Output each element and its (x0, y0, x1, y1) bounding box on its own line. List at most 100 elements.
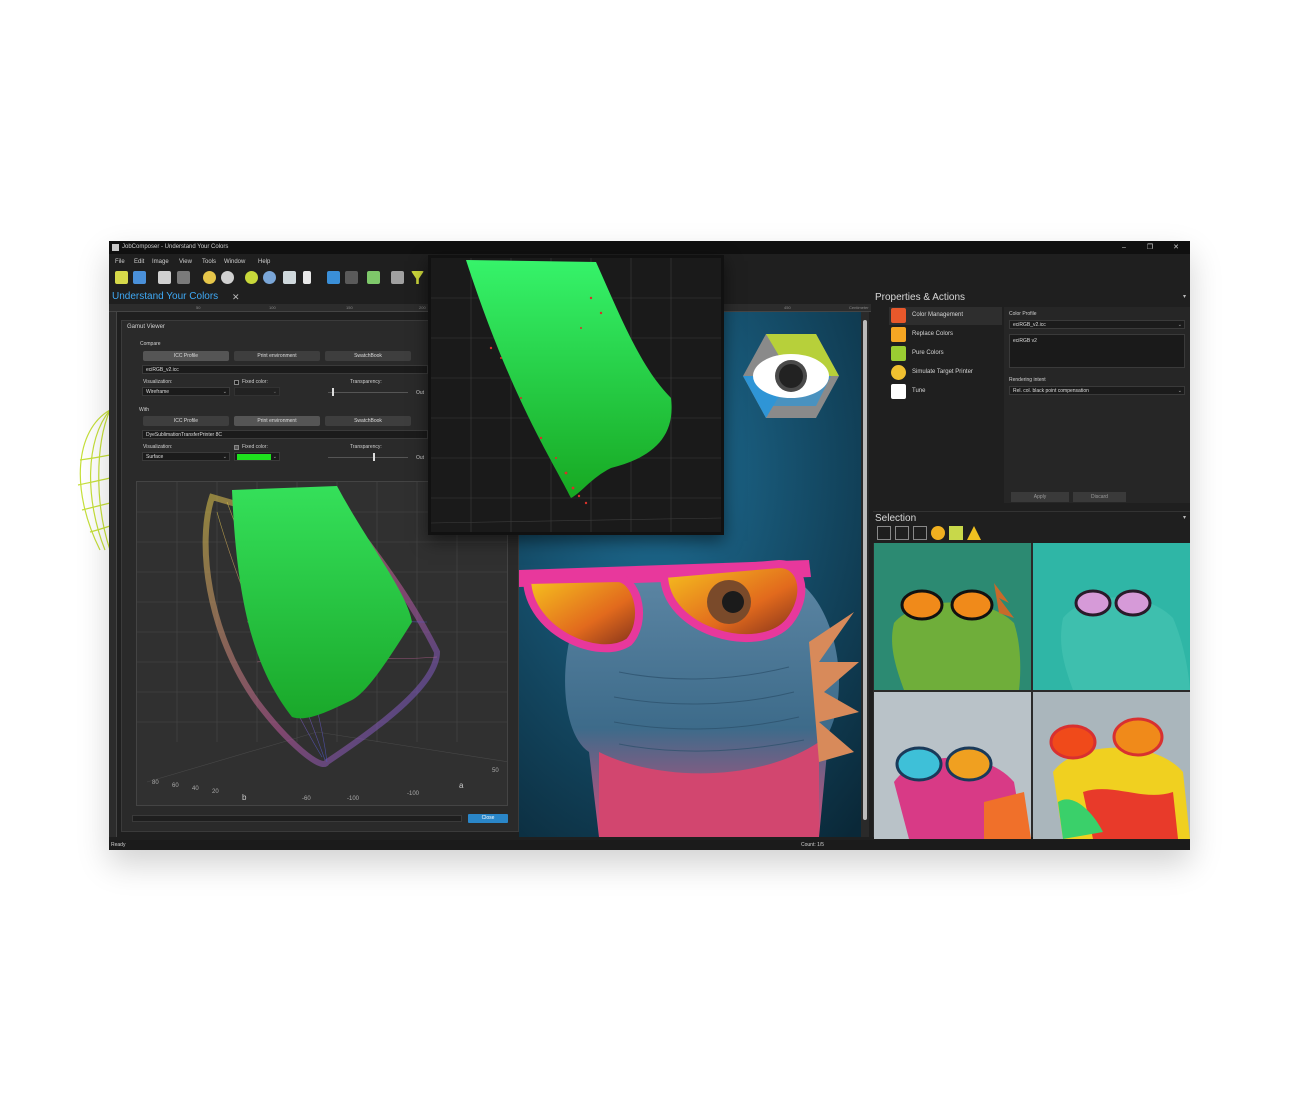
open-icon[interactable] (133, 271, 146, 284)
with-fixed-color-select[interactable]: ⌄ (234, 452, 280, 461)
menu-image[interactable]: Image (152, 257, 169, 268)
profile-list[interactable]: eciRGB v2 (1009, 334, 1185, 368)
compare-tab-print-environment[interactable]: Print environment (234, 351, 320, 361)
single-view-icon[interactable] (877, 526, 891, 540)
filter-icon[interactable] (411, 271, 424, 284)
compare-transparency-slider[interactable] (328, 392, 408, 393)
ruler-unit: Centimeter (849, 305, 869, 310)
close-button[interactable]: Close (468, 814, 508, 823)
compare-profile-field[interactable]: eciRGB_v2.icc (142, 365, 428, 374)
arrange-icon[interactable] (367, 271, 380, 284)
menu-help[interactable]: Help (258, 257, 270, 268)
export-icon[interactable] (177, 271, 190, 284)
scrollbar-thumb[interactable] (863, 320, 867, 820)
menu-file[interactable]: File (115, 257, 125, 268)
compare-fixed-color-select[interactable]: ⌄ (234, 387, 280, 396)
action-replace-colors[interactable]: Replace Colors (889, 326, 1002, 344)
selection-header: Selection ▾ (873, 511, 1190, 524)
with-profile-field[interactable]: DyeSublimationTransferPrinter 8C (142, 430, 428, 439)
edit-icon[interactable] (949, 526, 963, 540)
with-tab-icc-profile[interactable]: ICC Profile (143, 416, 229, 426)
properties-header-title: Properties & Actions (875, 292, 966, 303)
print-icon[interactable] (158, 271, 171, 284)
thumbnail-1[interactable] (874, 543, 1031, 690)
replace-colors-icon (891, 327, 906, 342)
gamut-3d-overlay[interactable] (428, 255, 724, 535)
a-tick: 50 (492, 768, 499, 774)
profile-list-item[interactable]: eciRGB v2 (1013, 338, 1037, 344)
menu-edit[interactable]: Edit (134, 257, 144, 268)
action-label: Tune (912, 388, 926, 394)
discard-button[interactable]: Discard (1073, 492, 1126, 502)
new-job-icon[interactable] (115, 271, 128, 284)
with-fixed-color-checkbox[interactable] (234, 445, 239, 450)
count-text: Count: 1/5 (801, 842, 825, 848)
with-tab-swatchbook[interactable]: SwatchBook (325, 416, 411, 426)
with-transparency-knob[interactable] (373, 453, 375, 461)
canvas-vertical-scrollbar[interactable] (861, 312, 869, 837)
chevron-down-icon[interactable]: ▾ (1183, 291, 1186, 304)
status-bar: Ready Count: 1/5 (109, 840, 1190, 850)
frame-icon[interactable] (345, 271, 358, 284)
close-window-button[interactable]: ✕ (1165, 241, 1187, 254)
with-visualization-value: Surface (146, 454, 164, 460)
b-tick: -60 (302, 796, 311, 802)
maximize-button[interactable]: ❐ (1139, 241, 1161, 254)
phone-preview-icon[interactable] (303, 271, 311, 284)
compare-transparency-knob[interactable] (332, 388, 334, 396)
menu-tools[interactable]: Tools (202, 257, 216, 268)
list-view-icon[interactable] (895, 526, 909, 540)
chevron-down-icon: ⌄ (272, 389, 277, 395)
compare-visualization-select[interactable]: Wireframe ⌄ (142, 387, 230, 396)
with-out-label: Out (416, 455, 425, 461)
compare-tab-swatchbook[interactable]: SwatchBook (325, 351, 411, 361)
action-label: Replace Colors (912, 331, 954, 337)
zoom-out-icon[interactable] (263, 271, 276, 284)
thumbnail-image (1033, 543, 1190, 690)
menu-window[interactable]: Window (224, 257, 245, 268)
actions-list: Color Management Replace Colors Pure Col… (889, 307, 1002, 507)
layout-grid-icon[interactable] (327, 271, 340, 284)
thumbnail-3[interactable] (874, 692, 1031, 839)
rendering-intent-select[interactable]: Rel. col. black point compensation ⌄ (1009, 386, 1185, 395)
action-tune[interactable]: Tune (889, 383, 1002, 401)
color-profile-select[interactable]: eciRGB_v2.icc ⌄ (1009, 320, 1185, 329)
fit-page-icon[interactable] (283, 271, 296, 284)
with-transparency-slider[interactable] (328, 457, 408, 458)
with-visualization-select[interactable]: Surface ⌄ (142, 452, 230, 461)
a-tick: -100 (407, 791, 420, 797)
chevron-down-icon: ⌄ (272, 454, 277, 460)
menu-view[interactable]: View (179, 257, 192, 268)
chevron-down-icon[interactable]: ▾ (1183, 512, 1186, 525)
zoom-in-icon[interactable] (245, 271, 258, 284)
eye-logo-icon (743, 334, 839, 418)
overlay-plot-svg (431, 258, 721, 532)
info-icon[interactable] (931, 526, 945, 540)
compare-tab-icc-profile[interactable]: ICC Profile (143, 351, 229, 361)
action-label: Pure Colors (912, 350, 944, 356)
close-tab-icon[interactable]: ✕ (232, 291, 240, 303)
action-color-management[interactable]: Color Management (889, 307, 1002, 325)
thumbnail-4[interactable] (1033, 692, 1190, 839)
b-tick: 80 (152, 780, 159, 786)
chevron-down-icon: ⌄ (1177, 322, 1182, 328)
action-pure-colors[interactable]: Pure Colors (889, 345, 1002, 363)
settings-icon[interactable] (221, 271, 234, 284)
ink-icon[interactable] (203, 271, 216, 284)
apply-button[interactable]: Apply (1011, 492, 1069, 502)
color-management-icon (891, 308, 906, 323)
compare-transparency-label: Transparency: (350, 379, 382, 385)
fixed-color-swatch (237, 454, 271, 460)
align-icon[interactable] (391, 271, 404, 284)
action-simulate-target-printer[interactable]: Simulate Target Printer (889, 364, 1002, 382)
thumbnail-image (874, 692, 1031, 839)
compare-fixed-color-checkbox[interactable] (234, 380, 239, 385)
minimize-button[interactable]: – (1113, 241, 1135, 254)
title-bar: JobComposer - Understand Your Colors – ❐… (109, 241, 1190, 254)
with-tab-print-environment[interactable]: Print environment (234, 416, 320, 426)
thumbnail-image (1033, 692, 1190, 839)
thumbnail-2[interactable] (1033, 543, 1190, 690)
warning-icon[interactable] (967, 526, 981, 540)
grid-view-icon[interactable] (913, 526, 927, 540)
tab-understand-your-colors[interactable]: Understand Your Colors ✕ (112, 291, 240, 303)
